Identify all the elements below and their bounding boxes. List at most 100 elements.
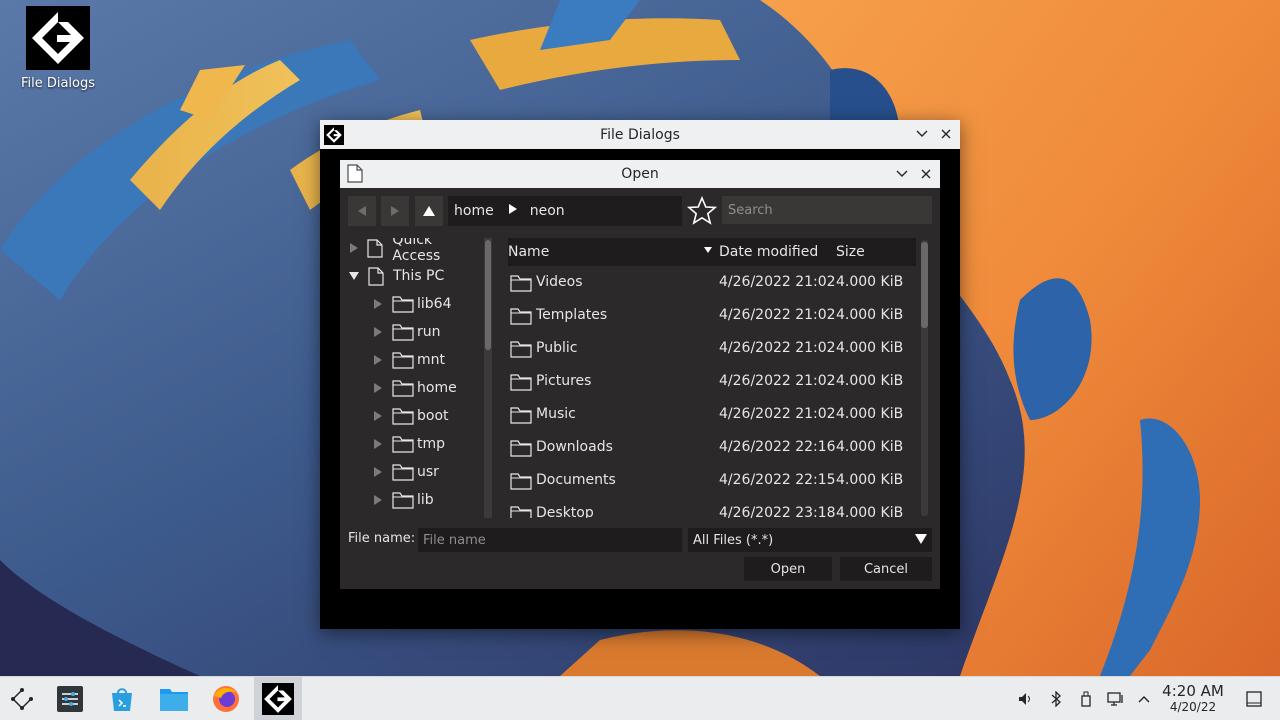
folder-icon bbox=[510, 340, 532, 362]
dialog-toolbar: home neon bbox=[348, 196, 932, 226]
taskbar: 4:20 AM 4/20/22 bbox=[0, 676, 1280, 720]
places-tree: Quick Access This PC lib64 run mnt home boot tm… bbox=[348, 238, 480, 518]
file-list-header: Name Date modified Size bbox=[508, 238, 916, 266]
tree-item-usr[interactable]: usr bbox=[372, 460, 439, 484]
file-dialogs-task-icon[interactable] bbox=[260, 683, 296, 715]
cancel-button[interactable]: Cancel bbox=[840, 557, 932, 581]
tree-item-mnt[interactable]: mnt bbox=[372, 348, 445, 372]
tree-item-tmp[interactable]: tmp bbox=[372, 432, 445, 456]
file-row[interactable]: Videos 4/26/2022 21:02 4.000 KiB bbox=[508, 266, 916, 299]
folder-icon bbox=[392, 379, 414, 397]
folder-icon bbox=[392, 323, 414, 341]
show-desktop-icon[interactable] bbox=[1244, 689, 1264, 709]
file-name: Public bbox=[536, 340, 578, 356]
file-name-input[interactable] bbox=[418, 528, 682, 552]
forward-button[interactable] bbox=[381, 196, 409, 226]
sort-descending-icon bbox=[703, 242, 713, 258]
close-icon[interactable] bbox=[916, 164, 936, 184]
expand-arrow-icon[interactable] bbox=[372, 410, 384, 422]
folder-icon bbox=[510, 373, 532, 395]
tree-item-boot[interactable]: boot bbox=[372, 404, 449, 428]
file-type-select[interactable]: All Files (*.*) bbox=[688, 528, 932, 552]
file-manager-icon[interactable] bbox=[156, 683, 192, 715]
tree-item-label: tmp bbox=[417, 436, 446, 452]
file-row[interactable]: Pictures 4/26/2022 21:02 4.000 KiB bbox=[508, 365, 916, 398]
desktop-icon-file-dialogs[interactable]: File Dialogs bbox=[14, 6, 102, 91]
expand-arrow-icon[interactable] bbox=[372, 354, 384, 366]
tree-item-label: Quick Access bbox=[392, 238, 441, 264]
file-size: 4.000 KiB bbox=[836, 340, 904, 356]
discover-store-icon[interactable] bbox=[104, 683, 140, 715]
file-date: 4/26/2022 22:15 bbox=[719, 472, 836, 488]
file-row[interactable]: Templates 4/26/2022 21:02 4.000 KiB bbox=[508, 299, 916, 332]
column-name[interactable]: Name bbox=[508, 244, 549, 260]
star-bookmark-icon[interactable] bbox=[686, 196, 718, 226]
tree-item-label: lib64 bbox=[417, 296, 452, 312]
file-size: 4.000 KiB bbox=[836, 373, 904, 389]
folder-icon bbox=[510, 439, 532, 461]
breadcrumb-separator-icon bbox=[508, 203, 518, 219]
expand-arrow-icon[interactable] bbox=[372, 382, 384, 394]
expand-arrow-icon[interactable] bbox=[372, 466, 384, 478]
up-directory-button[interactable] bbox=[415, 196, 443, 226]
file-date: 4/26/2022 21:02 bbox=[719, 340, 836, 356]
file-name: Documents bbox=[536, 472, 616, 488]
dropdown-arrow-icon bbox=[914, 533, 928, 549]
folder-icon bbox=[392, 407, 414, 425]
expand-arrow-icon[interactable] bbox=[372, 494, 384, 506]
tree-item-lib[interactable]: lib bbox=[372, 488, 434, 512]
tree-item-home[interactable]: home bbox=[372, 376, 457, 400]
file-date: 4/26/2022 21:02 bbox=[719, 373, 836, 389]
chevron-up-icon[interactable] bbox=[1134, 689, 1154, 709]
column-size[interactable]: Size bbox=[836, 244, 865, 260]
breadcrumb: home neon bbox=[448, 196, 682, 226]
file-name: Desktop bbox=[536, 505, 594, 518]
breadcrumb-neon[interactable]: neon bbox=[530, 203, 565, 219]
file-row[interactable]: Desktop 4/26/2022 23:18 4.000 KiB bbox=[508, 497, 916, 518]
outer-window-titlebar[interactable]: File Dialogs bbox=[320, 120, 960, 149]
bluetooth-icon[interactable] bbox=[1046, 689, 1066, 709]
godot-logo-icon bbox=[26, 6, 90, 70]
app-icon bbox=[324, 125, 344, 145]
dialog-titlebar[interactable]: Open bbox=[340, 160, 940, 188]
system-settings-icon[interactable] bbox=[52, 683, 88, 715]
tree-item-run[interactable]: run bbox=[372, 320, 441, 344]
back-button[interactable] bbox=[348, 196, 376, 226]
file-list-scrollbar[interactable] bbox=[918, 238, 932, 518]
file-size: 4.000 KiB bbox=[836, 274, 904, 290]
search-input[interactable] bbox=[722, 196, 932, 224]
expand-arrow-icon[interactable] bbox=[348, 242, 359, 254]
tree-item-label: home bbox=[417, 380, 457, 396]
file-date: 4/26/2022 23:18 bbox=[719, 505, 836, 518]
file-row[interactable]: Documents 4/26/2022 22:15 4.000 KiB bbox=[508, 464, 916, 497]
tree-item-label: boot bbox=[417, 408, 449, 424]
file-row[interactable]: Music 4/26/2022 21:02 4.000 KiB bbox=[508, 398, 916, 431]
network-icon[interactable] bbox=[1106, 689, 1126, 709]
tree-item-label: lib bbox=[417, 492, 434, 508]
file-name: Music bbox=[536, 406, 576, 422]
firefox-icon[interactable] bbox=[208, 683, 244, 715]
tree-item-lib64[interactable]: lib64 bbox=[372, 292, 451, 316]
document-icon bbox=[347, 164, 363, 187]
digital-clock[interactable]: 4:20 AM 4/20/22 bbox=[1158, 682, 1228, 715]
tree-item-quick-access[interactable]: Quick Access bbox=[348, 238, 480, 264]
file-row[interactable]: Downloads 4/26/2022 22:16 4.000 KiB bbox=[508, 431, 916, 464]
tree-scrollbar[interactable] bbox=[484, 238, 492, 518]
column-date-modified[interactable]: Date modified bbox=[719, 244, 818, 260]
minimize-chevron-icon[interactable] bbox=[912, 124, 932, 144]
close-icon[interactable] bbox=[936, 124, 956, 144]
expand-arrow-icon[interactable] bbox=[372, 326, 384, 338]
application-launcher-icon[interactable] bbox=[4, 683, 40, 715]
minimize-chevron-icon[interactable] bbox=[892, 164, 912, 184]
device-notifier-icon[interactable] bbox=[1076, 689, 1096, 709]
file-row[interactable]: Public 4/26/2022 21:02 4.000 KiB bbox=[508, 332, 916, 365]
expand-arrow-icon[interactable] bbox=[348, 271, 360, 281]
volume-icon[interactable] bbox=[1015, 689, 1035, 709]
tree-item-this-pc[interactable]: This PC bbox=[348, 264, 444, 288]
tree-item-label: usr bbox=[417, 464, 439, 480]
breadcrumb-home[interactable]: home bbox=[454, 203, 494, 219]
expand-arrow-icon[interactable] bbox=[372, 298, 384, 310]
expand-arrow-icon[interactable] bbox=[372, 438, 384, 450]
open-button[interactable]: Open bbox=[744, 557, 832, 581]
file-name-label: File name: bbox=[348, 531, 416, 546]
